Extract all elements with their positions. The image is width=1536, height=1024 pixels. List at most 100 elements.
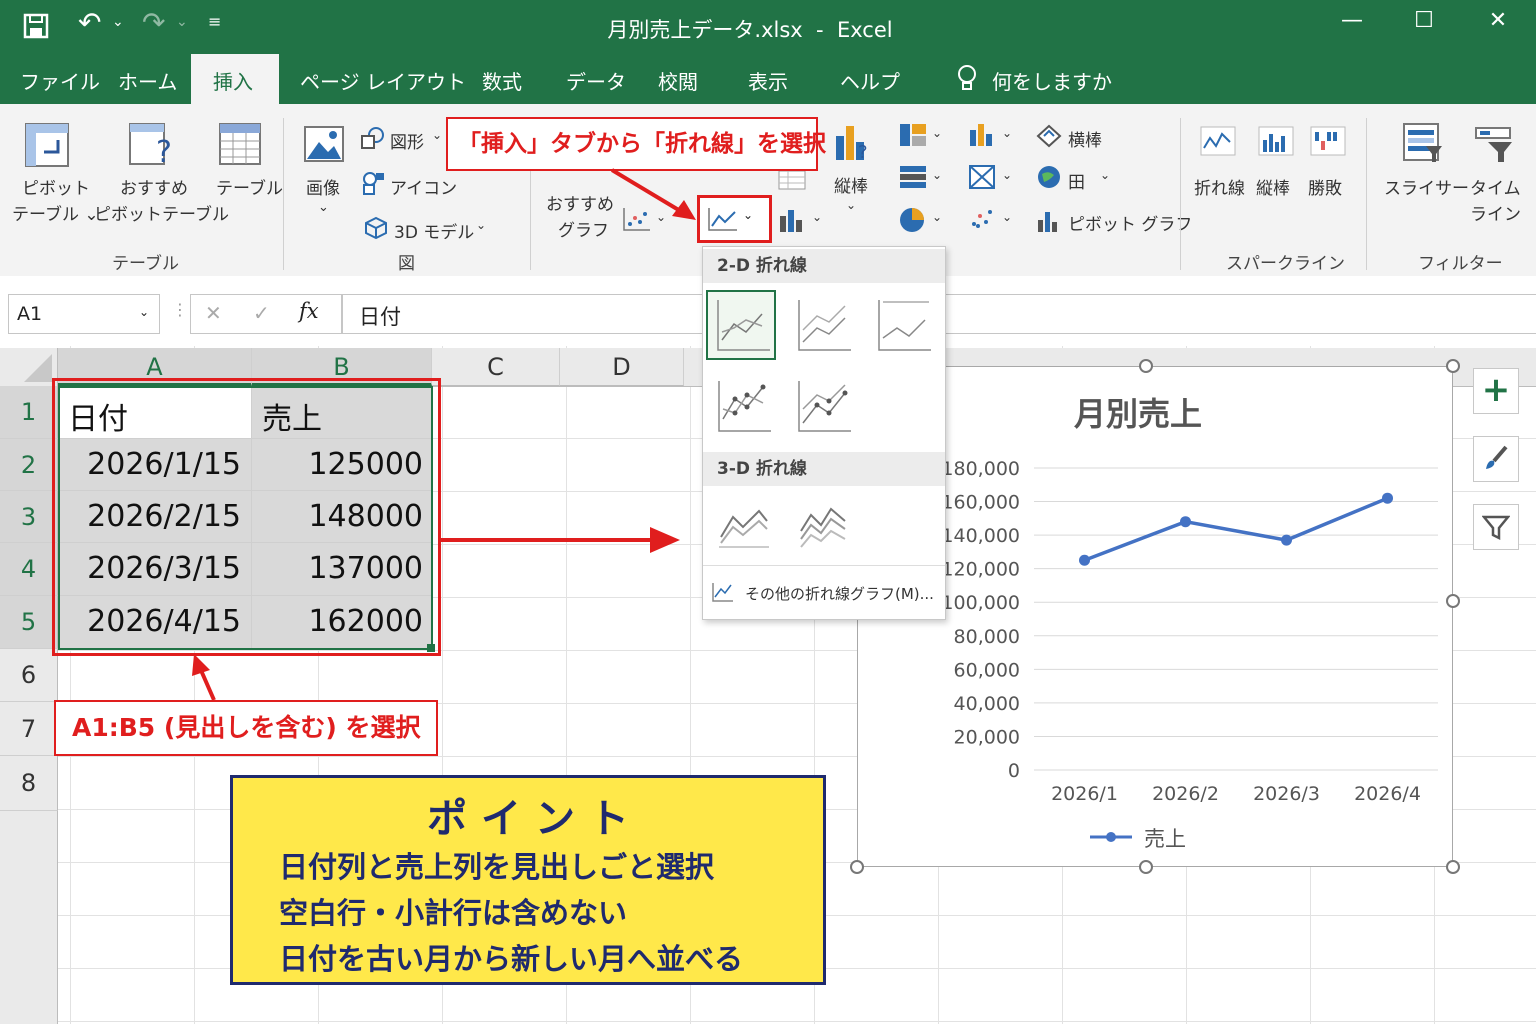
column-header-c[interactable]: C (432, 348, 560, 386)
column-chart-dropdown-icon[interactable]: ⌄ (846, 198, 856, 212)
redo-icon[interactable]: ↷ (142, 6, 165, 39)
slicer-label[interactable]: スライサー (1384, 174, 1469, 199)
slicer-icon[interactable] (1402, 122, 1444, 168)
chart-area[interactable]: 月別売上 180,000 160,000 140,000 120,000 100,000… (857, 366, 1453, 867)
bar-chart-icon[interactable] (968, 122, 996, 152)
row-header-3[interactable]: 3 (0, 491, 58, 543)
select-all-button[interactable] (0, 348, 58, 386)
redo-dropdown-icon[interactable]: ⌄ (176, 14, 188, 30)
tab-review[interactable]: 校閲 (658, 66, 698, 95)
picture-dropdown-icon[interactable]: ⌄ (318, 200, 329, 215)
chart-resize-handle[interactable] (1446, 860, 1460, 874)
sparkline-winloss-label[interactable]: 勝敗 (1308, 174, 1342, 199)
waterfall-chart-icon[interactable] (898, 164, 928, 194)
pie-chart-icon[interactable] (898, 206, 926, 238)
undo-icon[interactable]: ↶ (78, 6, 101, 39)
chart-styles-button[interactable] (1473, 436, 1519, 482)
column-dropdown-icon[interactable]: ⌄ (812, 210, 822, 224)
chart-resize-handle[interactable] (1139, 860, 1153, 874)
table-icon[interactable] (218, 122, 262, 170)
icons-label[interactable]: アイコン (390, 174, 457, 199)
tell-me-search[interactable]: 何をしますか (992, 66, 1112, 95)
undo-dropdown-icon[interactable]: ⌄ (112, 14, 124, 30)
map-dropdown-icon[interactable]: ⌄ (1002, 168, 1012, 182)
pivot-chart-icon[interactable] (1036, 208, 1062, 238)
area-dropdown-icon[interactable]: ⌄ (1100, 168, 1110, 182)
row-header-2[interactable]: 2 (0, 439, 58, 491)
shapes-label[interactable]: 図形 (390, 128, 424, 153)
stacked-line-option[interactable] (789, 292, 859, 362)
function-icon[interactable]: fx (299, 299, 319, 323)
hierarchy-dropdown-icon[interactable]: ⌄ (932, 126, 942, 140)
row-header-4[interactable]: 4 (0, 543, 58, 596)
chart-resize-handle[interactable] (1446, 594, 1460, 608)
3d-line-2-option[interactable] (789, 491, 859, 561)
chart-filters-button[interactable] (1473, 504, 1519, 550)
row-header-1[interactable]: 1 (0, 386, 58, 439)
name-box-dropdown-icon[interactable]: ⌄ (139, 305, 149, 319)
pivot-table-icon[interactable] (24, 122, 70, 172)
picture-icon[interactable] (304, 124, 344, 168)
sparkline-line-label[interactable]: 折れ線 (1194, 174, 1245, 199)
chart-elements-button[interactable]: + (1473, 368, 1519, 414)
3d-line-option[interactable] (709, 491, 779, 561)
row-header-7[interactable]: 7 (0, 702, 58, 756)
column-header-d[interactable]: D (560, 348, 684, 386)
pivot-table-label-2[interactable]: テーブル ⌄ (12, 200, 99, 225)
tab-insert[interactable]: 挿入 (191, 54, 279, 104)
chart-resize-handle[interactable] (1139, 359, 1153, 373)
picture-label[interactable]: 画像 (306, 174, 340, 199)
scatter-small-dropdown-icon[interactable]: ⌄ (1002, 210, 1012, 224)
bar-dropdown-icon[interactable]: ⌄ (1002, 126, 1012, 140)
tab-page-layout[interactable]: ページ レイアウト (300, 66, 466, 95)
row-header-6[interactable]: 6 (0, 649, 58, 702)
line-markers-option[interactable] (709, 373, 779, 443)
tab-file[interactable]: ファイル (20, 66, 100, 95)
pivot-table-label[interactable]: ピボット (22, 174, 90, 199)
rec-pivot-label[interactable]: おすすめ (120, 174, 188, 199)
recommended-pivot-icon[interactable]: ? (128, 122, 176, 172)
scatter-small-icon[interactable] (968, 206, 996, 236)
column-chart-icon[interactable]: ? (834, 122, 872, 166)
minimize-button[interactable]: — (1332, 8, 1372, 33)
save-icon[interactable] (22, 12, 50, 46)
tab-help[interactable]: ヘルプ (840, 66, 900, 95)
sparkline-column-label[interactable]: 縦棒 (1256, 174, 1290, 199)
bar-chart-label[interactable]: 横棒 (1068, 126, 1102, 151)
3d-model-label[interactable]: 3D モデル (394, 218, 474, 243)
tab-home[interactable]: ホーム (118, 66, 177, 95)
line-chart-option[interactable] (706, 290, 776, 360)
enter-icon[interactable]: ✓ (253, 301, 270, 325)
shapes-dropdown-icon[interactable]: ⌄ (432, 128, 442, 142)
stacked-line-markers-option[interactable] (789, 373, 859, 443)
customize-qat-icon[interactable]: ≡ (208, 12, 221, 31)
chart-resize-handle[interactable] (1446, 359, 1460, 373)
tab-data[interactable]: データ (566, 66, 626, 95)
table-chart-icon[interactable] (778, 170, 806, 194)
name-box[interactable]: A1 ⌄ (8, 294, 160, 334)
100-stacked-line-option[interactable] (869, 292, 939, 362)
tab-formulas[interactable]: 数式 (482, 66, 522, 95)
close-button[interactable]: ✕ (1478, 8, 1518, 33)
map-chart-icon[interactable] (968, 164, 996, 194)
timeline-label-2[interactable]: ライン (1470, 200, 1521, 225)
timeline-label[interactable]: タイム (1470, 174, 1521, 199)
timeline-icon[interactable] (1474, 124, 1514, 168)
hierarchy-chart-icon[interactable] (898, 122, 928, 152)
more-line-charts-item[interactable]: その他の折れ線グラフ(M)... (709, 575, 945, 611)
pivot-chart-label[interactable]: ピボット グラフ (1068, 210, 1192, 235)
sparkline-line-icon[interactable] (1200, 126, 1236, 160)
area-label[interactable]: 田 (1068, 168, 1085, 193)
tab-view[interactable]: 表示 (748, 66, 788, 95)
column-chart-small-icon[interactable] (778, 206, 806, 238)
row-header-8[interactable]: 8 (0, 756, 58, 811)
sparkline-winloss-icon[interactable] (1310, 126, 1346, 160)
rec-pivot-label-2[interactable]: ピボットテーブル (94, 200, 229, 225)
3d-model-icon[interactable] (364, 216, 388, 244)
sparkline-column-icon[interactable] (1258, 126, 1294, 160)
chart-resize-handle[interactable] (850, 860, 864, 874)
waterfall-dropdown-icon[interactable]: ⌄ (932, 168, 942, 182)
column-chart-label[interactable]: 縦棒 (834, 172, 868, 197)
globe-icon[interactable] (1036, 164, 1062, 194)
3d-model-dropdown-icon[interactable]: ⌄ (476, 218, 486, 232)
